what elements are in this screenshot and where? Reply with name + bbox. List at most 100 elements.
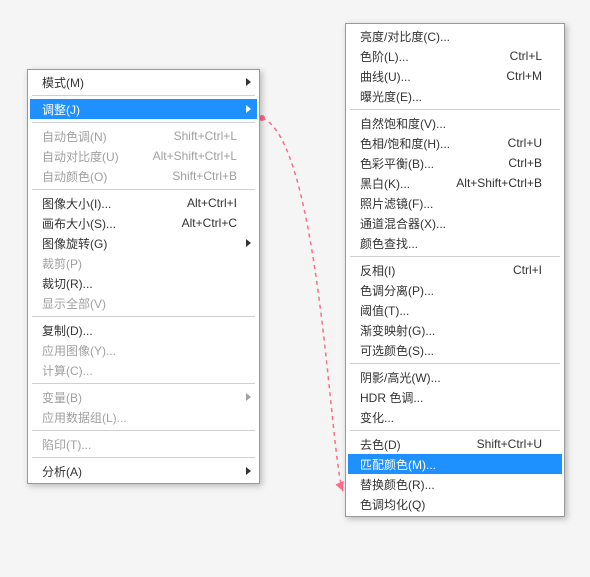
menu-item-label: 替换颜色(R)... <box>360 476 542 493</box>
menu-item-label: 匹配颜色(M)... <box>360 456 542 473</box>
menu-item-label: 复制(D)... <box>42 322 237 339</box>
menu-item-shortcut: Shift+Ctrl+U <box>477 437 542 451</box>
rightMenu-separator <box>350 256 560 257</box>
rightMenu-item[interactable]: 色调均化(Q) <box>348 494 562 514</box>
submenu-arrow-icon <box>246 393 251 401</box>
leftMenu-separator <box>32 430 255 431</box>
menu-item-label: 照片滤镜(F)... <box>360 195 542 212</box>
menu-item-shortcut: Alt+Shift+Ctrl+L <box>153 149 237 163</box>
rightMenu-item[interactable]: 色彩平衡(B)... Ctrl+B <box>348 153 562 173</box>
rightMenu-item[interactable]: 阴影/高光(W)... <box>348 367 562 387</box>
leftMenu-item: 陷印(T)... <box>30 434 257 454</box>
menu-item-shortcut: Ctrl+U <box>508 136 542 150</box>
leftMenu-item: 自动对比度(U)Alt+Shift+Ctrl+L <box>30 146 257 166</box>
rightMenu-item[interactable]: 可选颜色(S)... <box>348 340 562 360</box>
menu-item-label: 应用图像(Y)... <box>42 342 237 359</box>
menu-item-label: HDR 色调... <box>360 389 542 406</box>
leftMenu-item[interactable]: 复制(D)... <box>30 320 257 340</box>
menu-item-label: 阴影/高光(W)... <box>360 369 542 386</box>
rightMenu-item[interactable]: 阈值(T)... <box>348 300 562 320</box>
menu-item-shortcut: Ctrl+M <box>506 69 542 83</box>
rightMenu-item[interactable]: 黑白(K)...Alt+Shift+Ctrl+B <box>348 173 562 193</box>
leftMenu-item[interactable]: 分析(A) <box>30 461 257 481</box>
leftMenu-item[interactable]: 图像大小(I)...Alt+Ctrl+I <box>30 193 257 213</box>
rightMenu-item[interactable]: 匹配颜色(M)... <box>348 454 562 474</box>
image-menu[interactable]: 模式(M)调整(J)自动色调(N)Shift+Ctrl+L自动对比度(U)Alt… <box>27 69 260 484</box>
menu-item-label: 色调分离(P)... <box>360 282 542 299</box>
rightMenu-separator <box>350 109 560 110</box>
rightMenu-item[interactable]: 照片滤镜(F)... <box>348 193 562 213</box>
menu-item-label: 自然饱和度(V)... <box>360 115 542 132</box>
rightMenu-item[interactable]: 曝光度(E)... <box>348 86 562 106</box>
menu-item-label: 黑白(K)... <box>360 175 444 192</box>
submenu-arrow-icon <box>246 239 251 247</box>
leftMenu-item[interactable]: 模式(M) <box>30 72 257 92</box>
menu-item-label: 色阶(L)... <box>360 48 498 65</box>
rightMenu-item[interactable]: 去色(D) Shift+Ctrl+U <box>348 434 562 454</box>
menu-item-label: 图像大小(I)... <box>42 195 175 212</box>
leftMenu-separator <box>32 95 255 96</box>
leftMenu-item: 应用图像(Y)... <box>30 340 257 360</box>
menu-item-label: 自动颜色(O) <box>42 168 160 185</box>
leftMenu-separator <box>32 383 255 384</box>
rightMenu-item[interactable]: 渐变映射(G)... <box>348 320 562 340</box>
leftMenu-item: 自动颜色(O) Shift+Ctrl+B <box>30 166 257 186</box>
menu-item-label: 变量(B) <box>42 389 237 406</box>
adjustments-menu[interactable]: 亮度/对比度(C)... 色阶(L)... Ctrl+L 曲线(U)... Ctrl+M… <box>345 23 565 517</box>
rightMenu-item[interactable]: 自然饱和度(V)... <box>348 113 562 133</box>
menu-item-label: 分析(A) <box>42 463 237 480</box>
menu-item-label: 通道混合器(X)... <box>360 215 542 232</box>
rightMenu-item[interactable]: HDR 色调... <box>348 387 562 407</box>
menu-item-label: 曝光度(E)... <box>360 88 542 105</box>
leftMenu-separator <box>32 189 255 190</box>
menu-item-label: 陷印(T)... <box>42 436 237 453</box>
menu-item-label: 裁切(R)... <box>42 275 237 292</box>
menu-item-shortcut: Shift+Ctrl+B <box>172 169 237 183</box>
rightMenu-separator <box>350 430 560 431</box>
leftMenu-item[interactable]: 图像旋转(G) <box>30 233 257 253</box>
menu-item-label: 自动色调(N) <box>42 128 162 145</box>
leftMenu-item: 应用数据组(L)... <box>30 407 257 427</box>
leftMenu-item: 计算(C)... <box>30 360 257 380</box>
menu-item-label: 图像旋转(G) <box>42 235 237 252</box>
menu-item-label: 模式(M) <box>42 74 237 91</box>
rightMenu-item[interactable]: 颜色查找... <box>348 233 562 253</box>
rightMenu-item[interactable]: 色相/饱和度(H)... Ctrl+U <box>348 133 562 153</box>
leftMenu-item: 显示全部(V) <box>30 293 257 313</box>
submenu-arrow-icon <box>246 105 251 113</box>
menu-item-label: 渐变映射(G)... <box>360 322 542 339</box>
leftMenu-separator <box>32 316 255 317</box>
leftMenu-item[interactable]: 裁切(R)... <box>30 273 257 293</box>
menu-item-shortcut: Alt+Ctrl+C <box>182 216 237 230</box>
submenu-arrow-icon <box>246 78 251 86</box>
rightMenu-separator <box>350 363 560 364</box>
menu-item-label: 反相(I) <box>360 262 501 279</box>
leftMenu-item[interactable]: 调整(J) <box>30 99 257 119</box>
menu-item-label: 画布大小(S)... <box>42 215 170 232</box>
rightMenu-item[interactable]: 色阶(L)... Ctrl+L <box>348 46 562 66</box>
menu-item-label: 色彩平衡(B)... <box>360 155 496 172</box>
menu-item-label: 显示全部(V) <box>42 295 237 312</box>
leftMenu-item[interactable]: 画布大小(S)... Alt+Ctrl+C <box>30 213 257 233</box>
leftMenu-separator <box>32 122 255 123</box>
menu-item-label: 裁剪(P) <box>42 255 237 272</box>
menu-item-label: 可选颜色(S)... <box>360 342 542 359</box>
submenu-arrow-icon <box>246 467 251 475</box>
rightMenu-item[interactable]: 替换颜色(R)... <box>348 474 562 494</box>
menu-item-label: 去色(D) <box>360 436 465 453</box>
leftMenu-separator <box>32 457 255 458</box>
menu-item-label: 颜色查找... <box>360 235 542 252</box>
leftMenu-item: 裁剪(P) <box>30 253 257 273</box>
menu-item-label: 色相/饱和度(H)... <box>360 135 496 152</box>
menu-item-label: 色调均化(Q) <box>360 496 542 513</box>
menu-item-label: 曲线(U)... <box>360 68 494 85</box>
rightMenu-item[interactable]: 曲线(U)... Ctrl+M <box>348 66 562 86</box>
rightMenu-item[interactable]: 色调分离(P)... <box>348 280 562 300</box>
rightMenu-item[interactable]: 变化... <box>348 407 562 427</box>
menu-item-shortcut: Ctrl+L <box>510 49 542 63</box>
rightMenu-item[interactable]: 亮度/对比度(C)... <box>348 26 562 46</box>
rightMenu-item[interactable]: 通道混合器(X)... <box>348 213 562 233</box>
menu-item-shortcut: Ctrl+B <box>508 156 542 170</box>
rightMenu-item[interactable]: 反相(I)Ctrl+I <box>348 260 562 280</box>
menu-item-label: 调整(J) <box>42 101 237 118</box>
